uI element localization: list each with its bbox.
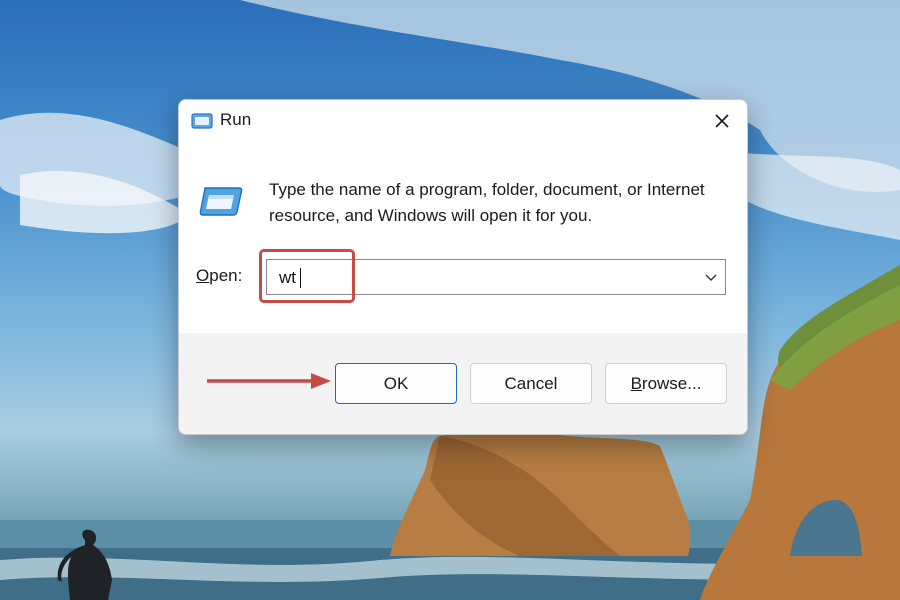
open-input[interactable]: wt [279,268,296,288]
close-icon [715,114,729,128]
dialog-content: Type the name of a program, folder, docu… [179,142,747,333]
run-program-icon [199,185,243,217]
close-button[interactable] [707,106,737,136]
instruction-text: Type the name of a program, folder, docu… [269,180,705,225]
open-label: Open: [196,266,243,285]
browse-button[interactable]: Browse... [605,363,727,404]
cancel-button[interactable]: Cancel [470,363,592,404]
text-caret [300,268,301,288]
desktop: Run Type the name of a program, folder, … [0,0,900,600]
annotation-arrow-icon [207,373,331,389]
run-icon [191,112,213,130]
ok-button[interactable]: OK [335,363,457,404]
dialog-title: Run [220,110,252,129]
title-bar[interactable]: Run [179,100,747,142]
chevron-down-icon[interactable] [703,269,719,285]
open-combobox[interactable]: wt [266,259,726,295]
